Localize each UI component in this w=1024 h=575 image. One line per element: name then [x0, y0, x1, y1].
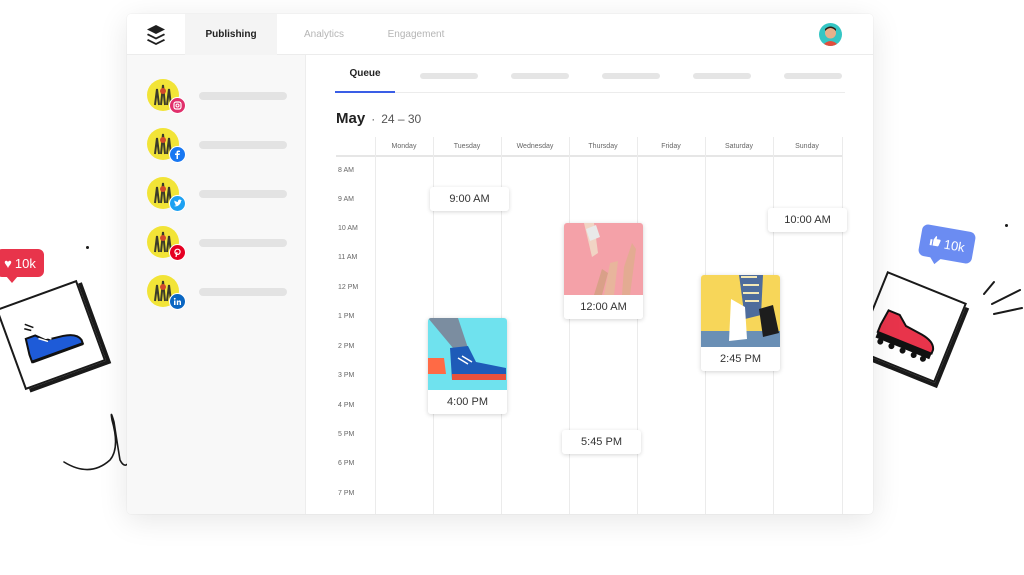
day-header-tuesday: Tuesday	[453, 142, 481, 150]
like-count: 10k	[14, 255, 36, 271]
column-divider	[569, 137, 570, 514]
scheduled-post[interactable]: 9:00 AM	[430, 187, 509, 211]
day-header-saturday: Saturday	[724, 142, 754, 150]
hour-label: 5 PM	[338, 431, 355, 438]
top-nav: Publishing Analytics Engagement	[127, 14, 873, 55]
post-image-hands-sneakers	[564, 223, 643, 295]
hour-label: 12 PM	[338, 284, 359, 291]
accounts-sidebar	[127, 55, 306, 514]
day-header-monday: Monday	[391, 142, 417, 150]
scheduled-post[interactable]: 5:45 PM	[562, 430, 641, 454]
user-avatar[interactable]	[819, 23, 842, 46]
account-name-placeholder	[199, 92, 287, 100]
month-label: May	[336, 110, 366, 127]
week-calendar: Monday Tuesday Wednesday Thursday Friday…	[336, 137, 847, 514]
twitter-icon	[169, 195, 186, 212]
facebook-icon	[169, 146, 186, 163]
tab-placeholder[interactable]	[511, 73, 569, 79]
pinterest-icon	[169, 244, 186, 261]
tab-analytics[interactable]: Analytics	[287, 14, 361, 55]
hour-label: 7 PM	[338, 490, 355, 497]
column-divider	[842, 137, 843, 514]
thumbs-up-badge: 10k	[917, 223, 977, 265]
dot	[86, 246, 89, 249]
like-count-badge: ♥ 10k	[0, 249, 44, 283]
tab-placeholder[interactable]	[693, 73, 751, 79]
scheduled-post-card[interactable]: 4:00 PM	[428, 318, 507, 414]
app-window: Publishing Analytics Engagement Queue Ma…	[127, 14, 873, 514]
scheduled-post-card[interactable]: 2:45 PM	[701, 275, 780, 371]
tab-placeholder[interactable]	[602, 73, 660, 79]
tab-queue[interactable]: Queue	[335, 55, 395, 93]
hour-label: 3 PM	[338, 372, 355, 379]
date-separator: ·	[371, 112, 376, 126]
tab-placeholder[interactable]	[420, 73, 478, 79]
day-header-thursday: Thursday	[588, 142, 618, 150]
tab-engagement[interactable]: Engagement	[373, 14, 459, 55]
account-name-placeholder	[199, 239, 287, 247]
tab-placeholder[interactable]	[784, 73, 842, 79]
post-time: 4:00 PM	[428, 390, 507, 414]
account-facebook[interactable]	[147, 128, 297, 168]
blue-sneaker-icon	[24, 323, 85, 364]
post-time: 2:45 PM	[701, 347, 780, 371]
hour-label: 9 AM	[338, 196, 354, 203]
tab-publishing[interactable]: Publishing	[185, 14, 277, 55]
hour-label: 10 AM	[338, 225, 358, 232]
account-instagram[interactable]	[147, 79, 297, 119]
post-image-blue-sneakers	[428, 318, 507, 390]
account-twitter[interactable]	[147, 177, 297, 217]
blue-shoe-card	[0, 279, 107, 391]
column-divider	[375, 137, 376, 514]
thumbs-up-icon	[928, 233, 942, 250]
date-range-heading: May · 24 – 30	[336, 110, 421, 127]
account-pinterest[interactable]	[147, 226, 297, 266]
linkedin-icon	[169, 293, 186, 310]
day-header-friday: Friday	[661, 142, 681, 150]
account-name-placeholder	[199, 190, 287, 198]
day-header-wednesday: Wednesday	[516, 142, 554, 150]
hour-label: 11 AM	[338, 254, 358, 261]
heart-icon: ♥	[4, 255, 12, 271]
publishing-content: Queue May · 24 – 30 Monday Tuesday Wedne…	[307, 55, 873, 514]
post-time: 12:00 AM	[564, 295, 643, 319]
week-range: 24 – 30	[381, 112, 422, 126]
red-sneaker-icon	[875, 309, 935, 362]
burst-lines-icon	[983, 281, 1023, 315]
hour-label: 4 PM	[338, 402, 355, 409]
day-header-sunday: Sunday	[795, 142, 819, 150]
column-divider	[637, 137, 638, 514]
instagram-icon	[169, 97, 186, 114]
account-name-placeholder	[199, 288, 287, 296]
hour-label: 1 PM	[338, 313, 355, 320]
header-divider	[336, 155, 843, 157]
account-name-placeholder	[199, 141, 287, 149]
hour-label: 2 PM	[338, 343, 355, 350]
dot	[1005, 224, 1008, 227]
hour-label: 6 PM	[338, 460, 355, 467]
thumbs-up-count: 10k	[942, 236, 967, 255]
stack-logo-icon[interactable]	[143, 22, 169, 48]
account-linkedin[interactable]	[147, 275, 297, 315]
scheduled-post[interactable]: 10:00 AM	[768, 208, 847, 232]
queue-subtabs: Queue	[335, 55, 845, 93]
scheduled-post-card[interactable]: 12:00 AM	[564, 223, 643, 319]
hour-label: 8 AM	[338, 167, 354, 174]
post-image-sneakers-pattern	[701, 275, 780, 347]
